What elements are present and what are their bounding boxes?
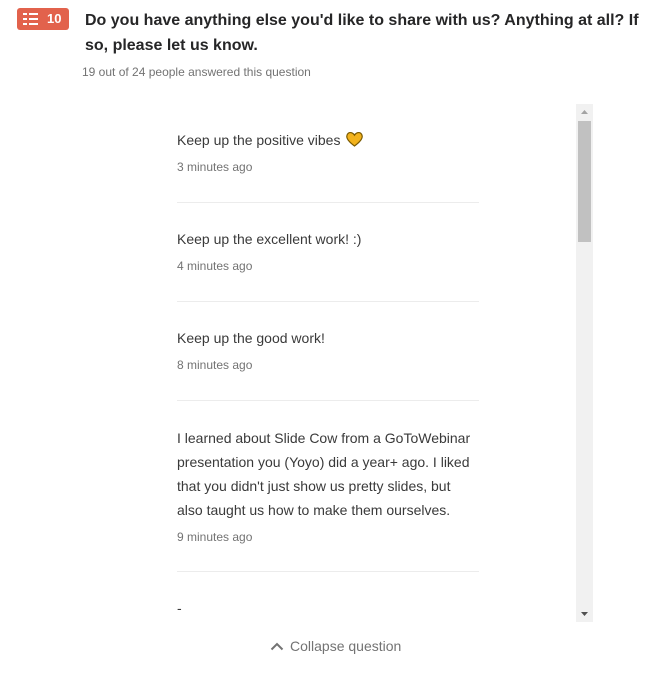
answer-timestamp: 3 minutes ago: [177, 160, 253, 174]
list-item: Keep up the excellent work! :) 4 minutes…: [177, 227, 479, 273]
list-item: Keep up the positive vibes 3 minutes ago: [177, 128, 479, 174]
divider: [177, 571, 479, 572]
list-item: -: [177, 596, 479, 620]
scrollbar[interactable]: [576, 104, 593, 622]
list-item: Keep up the good work! 8 minutes ago: [177, 326, 479, 372]
answer-timestamp: 9 minutes ago: [177, 530, 253, 544]
collapse-question-button[interactable]: Collapse question: [270, 638, 401, 654]
divider: [177, 400, 479, 401]
collapse-question-label: Collapse question: [290, 638, 402, 654]
scroll-down-arrow-icon[interactable]: [576, 605, 593, 622]
answer-text: Keep up the excellent work! :): [177, 231, 362, 247]
answer-text: Keep up the positive vibes: [177, 128, 479, 152]
scrollbar-thumb[interactable]: [578, 121, 591, 242]
list-item: I learned about Slide Cow from a GoToWeb…: [177, 426, 479, 544]
list-icon: [23, 13, 38, 25]
question-number: 10: [47, 11, 62, 26]
scroll-up-arrow-icon[interactable]: [576, 104, 593, 121]
answer-text: -: [177, 600, 182, 616]
answer-count: 19 out of 24 people answered this questi…: [82, 65, 311, 79]
chevron-up-icon: [270, 642, 284, 650]
answer-timestamp: 4 minutes ago: [177, 259, 253, 273]
heart-icon: [346, 132, 364, 147]
divider: [177, 301, 479, 302]
question-number-badge: 10: [17, 8, 69, 30]
divider: [177, 202, 479, 203]
answer-text: Keep up the good work!: [177, 330, 325, 346]
answer-text: I learned about Slide Cow from a GoToWeb…: [177, 430, 471, 518]
answer-timestamp: 8 minutes ago: [177, 358, 253, 372]
question-title: Do you have anything else you'd like to …: [85, 12, 639, 54]
answers-list[interactable]: Keep up the positive vibes 3 minutes ago…: [82, 104, 593, 622]
